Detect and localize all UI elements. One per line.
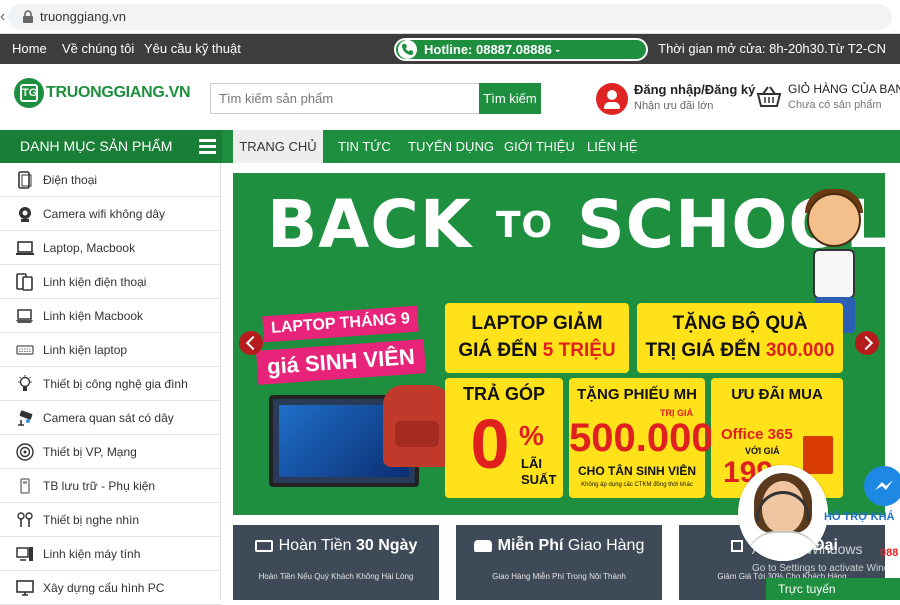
top-bar: Home Về chúng tôi Yêu cầu kỹ thuật Hotli… (0, 34, 900, 76)
logo-text: TRUONGGIANG.VN (46, 84, 191, 101)
login-link[interactable]: Đăng nhập/Đăng ký Nhận ưu đãi lớn (596, 80, 756, 120)
car-icon (473, 539, 492, 552)
site-header: TG TRUONGGIANG.VN Tìm kiếm Đăng nhập/Đăn… (0, 64, 900, 130)
cart-title: GIỎ HÀNG CỦA BẠN (788, 82, 900, 96)
hero-banner[interactable]: BACK TO SCHOOL LAPTOP THÁNG 9 giá SINH V… (233, 173, 885, 515)
support-hotline[interactable]: 088 (880, 547, 898, 559)
service-box-refund[interactable]: Hoàn Tiền 30 Ngày Hoàn Tiền Nếu Quý Khác… (233, 525, 439, 600)
phones-icon (16, 273, 33, 291)
sidebar-item-laptop-parts[interactable]: Linh kiện laptop (0, 333, 221, 367)
basket-icon (756, 86, 782, 107)
hamburger-icon (199, 139, 216, 154)
support-agent-avatar[interactable] (738, 465, 828, 561)
login-title: Đăng nhập/Đăng ký (634, 82, 756, 97)
support-label: HỖ TRỢ KHÁ (824, 511, 895, 523)
promo-card-installment: TRẢ GÓP 0 % LÃI SUẤT (445, 378, 563, 498)
sidebar-item-home-tech[interactable]: Thiết bị công nghệ gia đình (0, 367, 221, 401)
lock-icon (23, 10, 33, 23)
sidebar-item-office-network[interactable]: Thiết bị VP, Mạng (0, 435, 221, 469)
opening-hours: Thời gian mở cửa: 8h-20h30.Từ T2-CN (658, 41, 886, 56)
menu-careers[interactable]: TUYỂN DỤNG (408, 130, 494, 163)
main-nav: DANH MỤC SẢN PHẨM TRANG CHỦ TIN TỨC TUYỂ… (0, 130, 900, 163)
cart-link[interactable]: GIỎ HÀNG CỦA BẠN Chưa có sản phẩm (756, 80, 900, 120)
live-chat-bar[interactable]: Trực tuyến (766, 578, 900, 600)
sidebar-item-cctv[interactable]: Camera quan sát có dây (0, 401, 221, 435)
wifi-icon (16, 443, 34, 461)
refund-icon (254, 539, 273, 552)
earbuds-icon (17, 512, 33, 527)
menu-contact[interactable]: LIÊN HỆ (587, 130, 638, 163)
sidebar-item-laptop[interactable]: Laptop, Macbook (0, 231, 221, 265)
sidebar-item-macbook-parts[interactable]: Linh kiện Macbook (0, 299, 221, 333)
storage-icon (20, 478, 30, 494)
office-box-icon (803, 436, 833, 474)
slider-prev-button[interactable] (239, 331, 263, 355)
url-text[interactable]: truonggiang.vn (40, 8, 126, 26)
keyboard-icon (16, 345, 34, 355)
category-menu-button[interactable]: DANH MỤC SẢN PHẨM (0, 130, 222, 163)
webcam-icon (19, 207, 31, 222)
promo-laptop-student: LAPTOP THÁNG 9 giá SINH VIÊN (253, 305, 426, 393)
login-subtitle: Nhận ưu đãi lớn (634, 100, 714, 112)
promo-card-voucher: TẶNG PHIẾU MH TRỊ GIÁ 500.000 CHO TÂN SI… (569, 378, 714, 498)
pc-tower-icon (16, 547, 33, 561)
sidebar-item-phones[interactable]: Điện thoại (0, 163, 221, 197)
phone-icon (18, 171, 32, 189)
sidebar-item-wifi-camera[interactable]: Camera wifi không dây (0, 197, 221, 231)
nav-about[interactable]: Về chúng tôi (62, 34, 134, 64)
menu-home[interactable]: TRANG CHỦ (233, 130, 323, 163)
monitor-icon (16, 580, 34, 596)
macbook-icon (16, 309, 33, 323)
hotline-pill[interactable]: Hotline: 08887.08886 - 02366.536668 (394, 38, 648, 76)
bulb-icon (18, 375, 32, 391)
menu-about[interactable]: GIỚI THIỆU (504, 130, 575, 163)
site-logo[interactable]: TG TRUONGGIANG.VN (14, 78, 191, 112)
browser-address-bar: ‹ truonggiang.vn (0, 0, 900, 34)
user-icon (596, 83, 628, 115)
service-box-free-shipping[interactable]: Miễn Phí Giao Hàng Giao Hàng Miễn Phí Tr… (456, 525, 662, 600)
gift-icon (731, 539, 743, 552)
search-button[interactable]: Tìm kiếm (479, 83, 541, 114)
messenger-icon[interactable] (864, 466, 900, 506)
cctv-icon (18, 410, 33, 426)
menu-news[interactable]: TIN TỨC (338, 130, 391, 163)
promo-card-gift: TẶNG BỘ QUÀ TRỊ GIÁ ĐẾN 300.000 (637, 303, 843, 373)
category-sidebar: Điện thoại Camera wifi không dây Laptop,… (0, 163, 221, 605)
category-label: DANH MỤC SẢN PHẨM (20, 138, 173, 154)
nav-home[interactable]: Home (12, 34, 47, 64)
sidebar-item-audio-visual[interactable]: Thiết bị nghe nhìn (0, 503, 221, 537)
windows-watermark-subtitle: Go to Settings to activate Windows. (752, 563, 900, 574)
logo-mark: TG (14, 78, 44, 108)
laptop-icon (16, 241, 34, 255)
cart-subtitle: Chưa có sản phẩm (788, 99, 882, 111)
sidebar-item-pc-parts[interactable]: Linh kiện máy tính (0, 537, 221, 571)
sidebar-item-phone-parts[interactable]: Linh kiện điện thoại (0, 265, 221, 299)
slider-next-button[interactable] (855, 331, 879, 355)
url-box[interactable] (8, 4, 892, 30)
search-input[interactable] (210, 83, 480, 114)
phone-icon (398, 40, 417, 59)
nav-tech-request[interactable]: Yêu cầu kỹ thuật (144, 34, 241, 64)
sidebar-item-storage[interactable]: TB lưu trữ - Phụ kiện (0, 469, 221, 503)
promo-card-discount: LAPTOP GIẢM GIÁ ĐẾN 5 TRIỆU (445, 303, 629, 373)
